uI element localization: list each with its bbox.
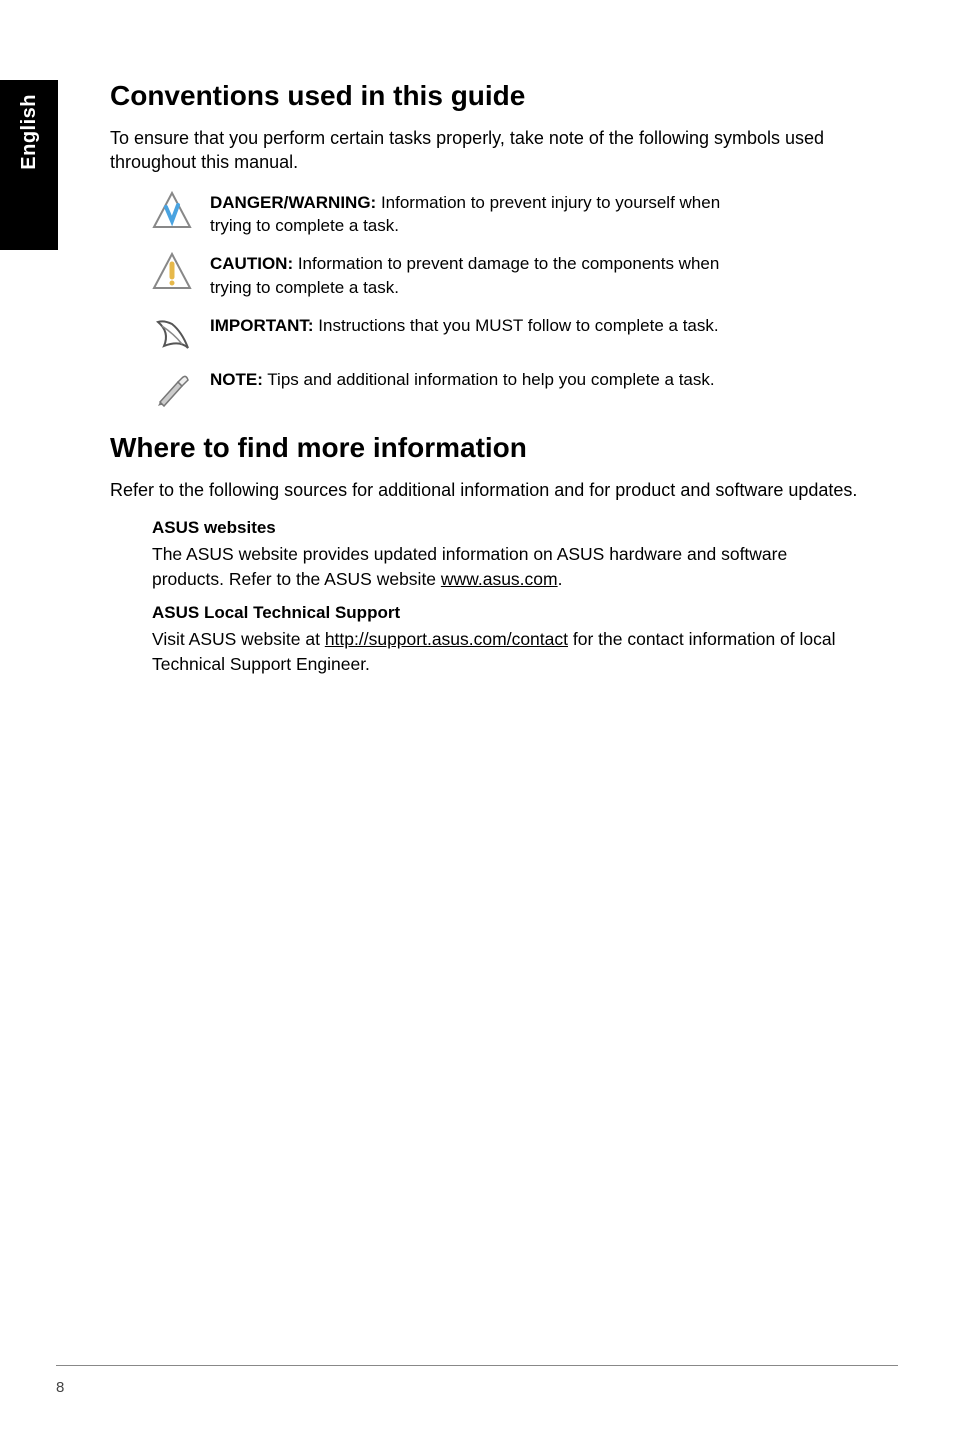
local-support-heading: ASUS Local Technical Support — [152, 603, 864, 623]
local-support-pretext: Visit ASUS website at — [152, 629, 325, 649]
conventions-intro: To ensure that you perform certain tasks… — [110, 126, 864, 175]
where-section: Where to find more information Refer to … — [110, 432, 864, 676]
convention-label: CAUTION: — [210, 254, 293, 273]
convention-item: IMPORTANT: Instructions that you MUST fo… — [152, 314, 864, 354]
convention-label: NOTE: — [210, 370, 263, 389]
asus-websites-para: The ASUS website provides updated inform… — [152, 542, 864, 591]
local-support-para: Visit ASUS website at http://support.asu… — [152, 627, 864, 676]
language-tab-label: English — [18, 94, 41, 170]
where-intro: Refer to the following sources for addit… — [110, 478, 864, 502]
convention-text: CAUTION: Information to prevent damage t… — [210, 252, 730, 300]
convention-item: DANGER/WARNING: Information to prevent i… — [152, 191, 864, 239]
important-icon — [152, 314, 192, 354]
convention-body: Tips and additional information to help … — [263, 370, 715, 389]
convention-text: DANGER/WARNING: Information to prevent i… — [210, 191, 730, 239]
convention-text: NOTE: Tips and additional information to… — [210, 368, 715, 392]
asus-websites-link[interactable]: www.asus.com — [441, 569, 558, 589]
convention-text: IMPORTANT: Instructions that you MUST fo… — [210, 314, 719, 338]
caution-icon — [152, 252, 192, 292]
language-tab: English — [0, 80, 58, 250]
conventions-title: Conventions used in this guide — [110, 80, 864, 112]
convention-list: DANGER/WARNING: Information to prevent i… — [152, 191, 864, 408]
convention-label: IMPORTANT: — [210, 316, 314, 335]
asus-websites-posttext: . — [558, 569, 563, 589]
convention-item: CAUTION: Information to prevent damage t… — [152, 252, 864, 300]
asus-websites-heading: ASUS websites — [152, 518, 864, 538]
convention-label: DANGER/WARNING: — [210, 193, 376, 212]
danger-warning-icon — [152, 191, 192, 231]
local-support-link[interactable]: http://support.asus.com/contact — [325, 629, 568, 649]
convention-item: NOTE: Tips and additional information to… — [152, 368, 864, 408]
note-icon — [152, 368, 192, 408]
footer-divider — [56, 1365, 898, 1366]
convention-body: Instructions that you MUST follow to com… — [314, 316, 719, 335]
where-title: Where to find more information — [110, 432, 864, 464]
page-number: 8 — [56, 1379, 64, 1396]
